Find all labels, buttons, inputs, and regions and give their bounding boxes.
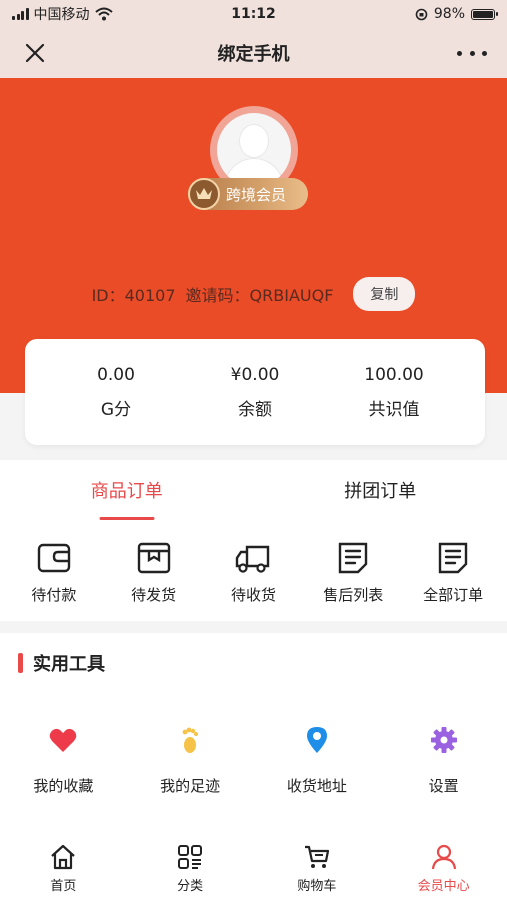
id-row: ID：40107 邀请码：QRBIAUQF 复制: [0, 276, 507, 312]
user-id: ID：40107: [91, 286, 176, 305]
avatar-image: [217, 113, 291, 187]
stat-label: 余额: [238, 399, 272, 420]
order-pending-receipt[interactable]: 待收货: [208, 540, 298, 605]
tool-label: 我的足迹: [160, 777, 221, 795]
tab-bar-label: 分类: [177, 879, 204, 894]
order-label: 待发货: [131, 586, 177, 604]
tools-header: 实用工具: [0, 633, 507, 693]
stat-points[interactable]: 0.00 G分: [61, 339, 171, 445]
crown-icon: [188, 178, 220, 210]
stat-value: ¥0.00: [230, 364, 280, 385]
stat-value: 100.00: [364, 364, 424, 385]
box-icon: [137, 542, 170, 574]
status-right: 98%: [415, 6, 498, 22]
carrier-name: 中国移动: [33, 7, 90, 23]
order-tabs: 商品订单 拼团订单: [0, 460, 507, 520]
status-time: 11:12: [231, 6, 276, 22]
tool-footprints[interactable]: 我的足迹: [140, 725, 240, 796]
status-left: 中国移动: [12, 4, 113, 24]
location-icon: [306, 727, 327, 753]
signal-icon: [12, 8, 29, 20]
tab-cart[interactable]: 购物车: [267, 843, 367, 894]
tool-label: 收货地址: [286, 777, 347, 795]
tab-member-center[interactable]: 会员中心: [394, 843, 494, 894]
order-status-list: 待付款 待发货 待收货 售后列表 全部订单: [0, 520, 507, 605]
order-pending-payment[interactable]: 待付款: [9, 540, 99, 605]
battery-icon: [471, 8, 498, 20]
category-icon: [178, 845, 203, 869]
wifi-icon: [94, 7, 113, 21]
close-icon[interactable]: [22, 40, 48, 66]
orientation-lock-icon: [415, 8, 428, 20]
home-icon: [51, 844, 76, 870]
tool-label: 我的收藏: [33, 777, 94, 795]
orders-section: 商品订单 拼团订单 待付款 待发货 待收货 售后列表 全部订单: [0, 460, 507, 621]
footprint-icon: [182, 727, 199, 753]
nav-bar: 绑定手机: [0, 28, 507, 78]
tab-bar-label: 会员中心: [417, 879, 470, 894]
user-icon: [431, 844, 456, 870]
more-icon[interactable]: [457, 40, 487, 66]
heart-icon: [50, 728, 77, 752]
battery-fill: [473, 10, 493, 18]
truck-icon: [236, 545, 270, 573]
stat-label: G分: [100, 399, 132, 420]
order-all[interactable]: 全部订单: [408, 540, 498, 605]
stat-balance[interactable]: ¥0.00 余额: [200, 339, 310, 445]
tab-bar-label: 首页: [50, 879, 77, 894]
tools-title: 实用工具: [33, 654, 105, 675]
tool-label: 设置: [428, 777, 459, 795]
status-bar: 中国移动 11:12 98%: [0, 0, 507, 28]
wallet-icon: [37, 543, 71, 573]
document-icon: [339, 542, 368, 574]
section-accent-bar: [18, 653, 23, 673]
tab-home[interactable]: 首页: [13, 843, 113, 894]
order-label: 待付款: [31, 586, 77, 604]
stat-value: 0.00: [97, 364, 135, 385]
tool-address[interactable]: 收货地址: [267, 725, 367, 796]
tab-group-orders[interactable]: 拼团订单: [254, 460, 507, 520]
order-label: 售后列表: [323, 586, 384, 604]
document-icon: [438, 542, 468, 574]
page-title: 绑定手机: [217, 44, 290, 65]
vip-label: 跨境会员: [226, 185, 287, 204]
order-label: 全部订单: [423, 586, 484, 604]
tab-bar-label: 购物车: [297, 879, 337, 894]
stats-card: 0.00 G分 ¥0.00 余额 100.00 共识值: [25, 339, 485, 445]
tab-category[interactable]: 分类: [140, 843, 240, 894]
copy-button[interactable]: 复制: [353, 277, 416, 311]
invite-code: 邀请码：QRBIAUQF: [185, 286, 334, 305]
battery-percent: 98%: [433, 6, 465, 22]
stat-consensus[interactable]: 100.00 共识值: [339, 339, 449, 445]
stat-label: 共识值: [368, 399, 420, 420]
vip-badge: 跨境会员: [188, 178, 308, 210]
tool-list: 我的收藏 我的足迹 收货地址 设置: [0, 693, 507, 796]
cart-icon: [304, 845, 329, 868]
tools-section: 实用工具 我的收藏 我的足迹 收货地址 设置: [0, 633, 507, 833]
gear-icon: [430, 727, 457, 753]
order-label: 待收货: [230, 586, 276, 604]
tab-product-orders[interactable]: 商品订单: [0, 460, 254, 520]
tool-settings[interactable]: 设置: [394, 725, 494, 796]
tool-favorites[interactable]: 我的收藏: [13, 725, 113, 796]
order-after-sales[interactable]: 售后列表: [308, 540, 398, 605]
order-pending-shipment[interactable]: 待发货: [109, 540, 199, 605]
bottom-tab-bar: 首页 分类 购物车 会员中心: [0, 833, 507, 900]
